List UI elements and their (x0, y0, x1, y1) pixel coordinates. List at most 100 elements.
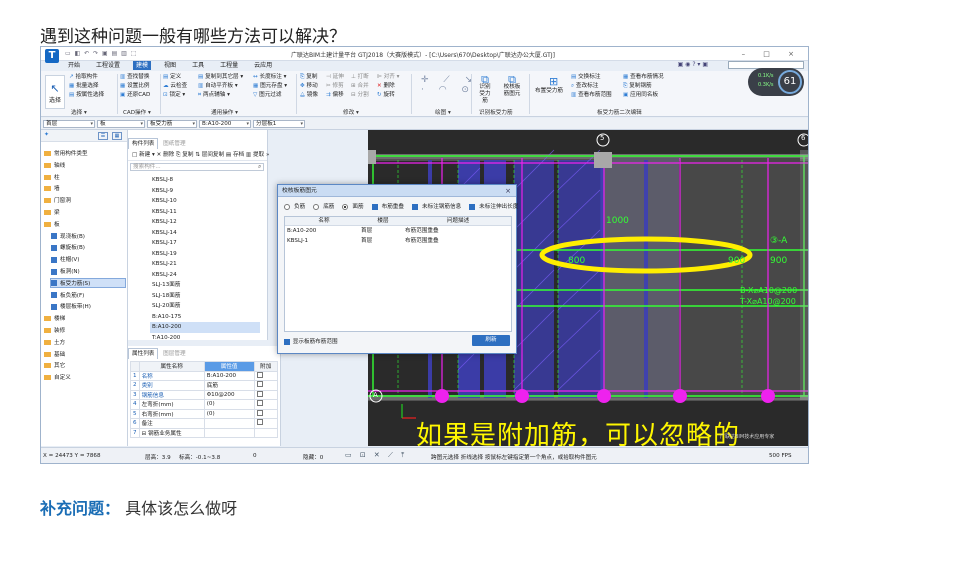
recognize-rebar-button[interactable]: ⧉ 识别受力筋 (477, 74, 493, 105)
nav-item[interactable]: 板 (44, 220, 125, 228)
auto-align-slab-button[interactable]: ▥ 自动平齐板 ▾ (198, 82, 243, 91)
component-list-item[interactable]: T:A10-200 (150, 333, 260, 344)
nav-item[interactable]: 板受力筋(S) (50, 277, 126, 288)
nav-item[interactable]: 土方 (44, 338, 125, 346)
component-list-item[interactable]: KBSLJ-19 (150, 249, 260, 260)
nav-item[interactable]: 基础 (44, 350, 125, 358)
status-toolbar-icons[interactable]: ▭ ⊡ ✕ ⟋ ⤒ (345, 451, 407, 460)
check-option[interactable]: 未标注钢筋信息 (412, 203, 465, 210)
issue-row[interactable]: B:A10-200 首层 布筋范围重叠 (285, 226, 511, 236)
copy-to-floor-button[interactable]: ▤ 复制到其它层 ▾ (198, 73, 243, 82)
component-list-item[interactable]: SLJ-20面筋 (150, 301, 260, 312)
nav-item[interactable]: 柱帽(V) (51, 255, 125, 263)
select-button[interactable]: ↖ 选择 (45, 75, 65, 109)
issue-row[interactable]: KBSLJ-1 首层 布筋范围重叠 (285, 236, 511, 246)
property-row[interactable]: 7 ⊟ 钢筋业务属性 (130, 427, 279, 438)
subtype-select[interactable]: 板受力筋 (147, 120, 197, 128)
define-button[interactable]: ▤ 定义 (163, 73, 187, 82)
component-search-input[interactable]: 搜索构件... (130, 163, 264, 171)
show-range-option[interactable]: 显示板筋布筋范围 (284, 337, 338, 345)
rotate-button[interactable]: ↻ 旋转 (377, 91, 399, 100)
nav-item[interactable]: 柱 (44, 173, 125, 181)
break-button[interactable]: ⊥ 打断 (351, 73, 369, 82)
help-icons[interactable]: ▣ ◉ ? ▾ ▣ (678, 61, 708, 68)
component-list-item[interactable]: B:A10-175 (150, 312, 260, 323)
tab-quantities[interactable]: 工程量 (217, 61, 241, 70)
nav-item[interactable]: 其它 (44, 361, 125, 369)
property-value[interactable]: (0) (203, 399, 255, 410)
edit-label-button[interactable]: ⌕ 查改标注 (571, 82, 612, 91)
nav-item[interactable]: 梁 (44, 208, 125, 216)
property-row[interactable]: 3 钢筋信息 Φ10@200 (130, 389, 279, 400)
checkbox-icon[interactable] (256, 409, 263, 416)
two-point-axis-button[interactable]: ⌗ 两点辅轴 ▾ (198, 91, 243, 100)
lock-button[interactable]: ⊡ 锁定 ▾ (163, 91, 187, 100)
move-button[interactable]: ✥ 移动 (300, 82, 318, 91)
nav-item[interactable]: 板洞(N) (51, 267, 125, 275)
check-option[interactable]: 未标注伸出长度 (469, 203, 522, 210)
select-by-attr-button[interactable]: ▤ 按属性选择 (69, 91, 104, 100)
nav-item[interactable]: 自定义 (44, 373, 125, 381)
component-select[interactable]: B:A10-200 (199, 120, 251, 128)
set-scale-button[interactable]: ▦ 设置比例 (120, 82, 150, 91)
nav-item[interactable]: 现浇板(B) (51, 232, 125, 240)
offset-button[interactable]: ⇉ 偏移 (326, 91, 344, 100)
checkbox-icon[interactable] (256, 390, 263, 397)
checkbox-icon[interactable] (256, 371, 263, 378)
split-button[interactable]: ⊟ 分割 (351, 91, 369, 100)
merge-button[interactable]: ⊞ 合并 (351, 82, 369, 91)
component-list-item[interactable]: KBSLJ-14 (150, 228, 260, 239)
property-value[interactable]: (0) (203, 408, 255, 419)
property-row[interactable]: 4 左弯折(mm) (0) (130, 399, 279, 410)
nav-item[interactable]: 楼梯 (44, 314, 125, 322)
search-icon[interactable]: ⌕ (258, 163, 261, 171)
mirror-button[interactable]: ⧋ 镜像 (300, 91, 318, 100)
grid-view-icon[interactable]: ▦ (112, 132, 122, 140)
length-dimension-button[interactable]: ↔ 长度标注 ▾ (253, 73, 287, 82)
nav-item[interactable]: 轴线 (44, 161, 125, 169)
element-filter-button[interactable]: ▽ 图元过滤 (253, 91, 287, 100)
type-select[interactable]: 板 (97, 120, 145, 128)
tab-component-list[interactable]: 构件列表 (128, 138, 159, 149)
layer-select[interactable]: 分层板1 (253, 120, 305, 128)
window-controls[interactable]: – □ × (742, 50, 802, 58)
view-rebar-status-button[interactable]: ▦ 查看布筋情况 (623, 73, 664, 82)
component-list-item[interactable]: SLJ-18面筋 (150, 291, 260, 302)
rebar-type-radio[interactable]: 面筋 (342, 203, 367, 210)
floor-select[interactable]: 首层 (43, 120, 95, 128)
apply-same-slab-button[interactable]: ▣ 应用同名板 (623, 91, 664, 100)
tab-drawing-management[interactable]: 图纸管理 (160, 139, 188, 149)
align-button[interactable]: ⊫ 对齐 ▾ (377, 73, 399, 82)
nav-item[interactable]: 螺旋板(B) (51, 243, 125, 251)
tab-view[interactable]: 视图 (161, 61, 179, 70)
component-list-item[interactable]: KBSLJ-17 (150, 238, 260, 249)
property-value[interactable]: Φ10@200 (203, 389, 255, 400)
nav-item[interactable]: 墙 (44, 184, 125, 192)
rebar-type-radio[interactable]: 负筋 (284, 203, 309, 210)
swap-label-button[interactable]: ▤ 交换标注 (571, 73, 612, 82)
nav-item[interactable]: 常用构件类型 (44, 149, 125, 157)
check-option[interactable]: 布筋重叠 (371, 203, 408, 210)
restore-cad-button[interactable]: ▣ 还原CAD (120, 91, 150, 100)
component-list-item[interactable]: KBSLJ-9 (150, 186, 260, 197)
tab-project-settings[interactable]: 工程设置 (93, 61, 123, 70)
component-list-item[interactable]: KBSLJ-11 (150, 207, 260, 218)
save-element-button[interactable]: ▦ 图元存盘 ▾ (253, 82, 287, 91)
tab-cloud[interactable]: 云应用 (251, 61, 275, 70)
find-replace-button[interactable]: ▥ 查找替换 (120, 73, 150, 82)
rebar-type-radio[interactable]: 底筋 (313, 203, 338, 210)
app-logo[interactable]: T (45, 49, 59, 63)
collapse-icon[interactable]: ✦ (44, 131, 49, 138)
property-row[interactable]: 6 备注 (130, 418, 279, 429)
checkbox-icon[interactable] (256, 400, 263, 407)
batch-select-button[interactable]: ▦ 批量选择 (69, 82, 104, 91)
tab-layer-management[interactable]: 图层管理 (160, 349, 188, 359)
close-icon[interactable]: × (505, 185, 511, 197)
nav-item[interactable]: 楼层板带(H) (51, 302, 125, 310)
copy-rebar-button[interactable]: ⎘ 复制钢筋 (623, 82, 664, 91)
property-value[interactable]: B:A10-200 (203, 370, 255, 381)
component-list-item[interactable]: KBSLJ-12 (150, 217, 260, 228)
component-list-item[interactable]: KBSLJ-24 (150, 270, 260, 281)
nav-item[interactable]: 板负筋(F) (51, 291, 125, 299)
tab-property-list[interactable]: 属性列表 (128, 348, 159, 359)
